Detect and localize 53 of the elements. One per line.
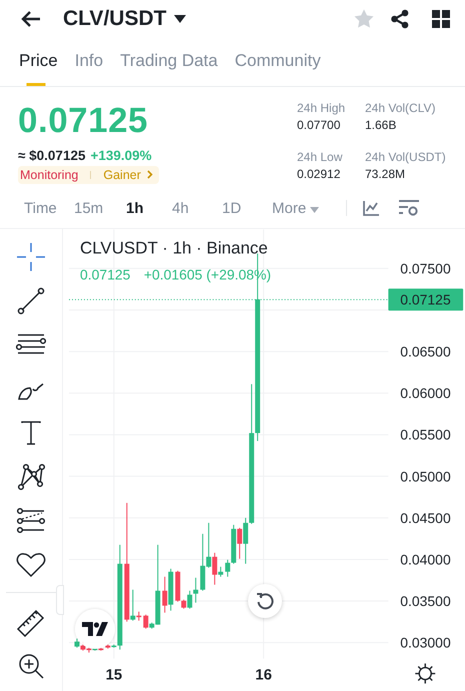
settings-icon[interactable] (414, 662, 436, 684)
chart-last-price: 0.07125 (80, 266, 130, 282)
price-change: +139.09% (90, 148, 152, 163)
chevron-icon (146, 170, 153, 180)
price-axis-label: 0.04500 (400, 510, 451, 526)
price-axis-label: 0.04000 (400, 551, 451, 568)
current-price-label: 0.07125 (400, 292, 451, 308)
grid-icon[interactable] (432, 10, 450, 28)
time-axis-label: 15 (105, 666, 122, 684)
price-axis-label: 0.03000 (400, 634, 451, 651)
stat-label: 24h Low (297, 148, 344, 165)
price-axis-label: 0.06500 (400, 344, 451, 360)
price-axis-label: 0.03500 (400, 593, 451, 610)
pair-title[interactable]: CLV/USDT (63, 6, 166, 31)
stat-value: 0.02912 (297, 166, 342, 183)
fib-levels-icon[interactable] (14, 506, 47, 536)
tab[interactable]: Community (234, 50, 321, 86)
heart-icon[interactable] (14, 550, 47, 580)
stat-value: 0.07700 (297, 116, 342, 134)
ruler-icon[interactable] (14, 607, 47, 637)
reset-button[interactable] (248, 584, 282, 618)
price-axis-label: 0.05000 (400, 468, 451, 484)
logo-badge[interactable] (75, 609, 115, 649)
tab[interactable]: Trading Data (120, 50, 218, 86)
reset-icon[interactable] (256, 592, 274, 610)
tag-strip[interactable]: Monitoring Gainer (18, 166, 159, 184)
stat-value: 1.66B (365, 116, 398, 134)
stat-label: 24h High (297, 100, 346, 116)
price-axis-label: 0.06000 (400, 385, 451, 402)
interval-tab[interactable]: 4h (172, 200, 222, 217)
share-icon[interactable] (390, 8, 410, 29)
price-axis-label: 0.05500 (400, 426, 451, 443)
fiat-price: ≈ $0.07125 (18, 148, 86, 163)
stat-value: 73.28M (365, 166, 406, 183)
interval-tab[interactable]: 1h (126, 200, 172, 217)
tab[interactable]: Info (74, 50, 104, 86)
last-price: 0.07125 (18, 100, 150, 141)
interval-tab[interactable]: 15m (74, 200, 126, 217)
tab[interactable]: Price (19, 50, 58, 86)
interval-tab[interactable]: More (272, 200, 334, 217)
interval-tab[interactable]: 1D (222, 200, 272, 217)
chart-title: CLVUSDT · 1h · Binance (80, 238, 268, 258)
star-icon[interactable] (353, 8, 375, 30)
caret-icon[interactable] (174, 14, 186, 23)
crosshair-icon[interactable] (14, 242, 47, 272)
stat-label: 24h Vol(USDT) (365, 148, 447, 165)
back-arrow-icon[interactable] (21, 10, 41, 27)
price-axis-label: 0.07500 (400, 260, 451, 276)
collapse-handle[interactable] (56, 585, 64, 615)
stat-label: 24h Vol(CLV) (365, 100, 436, 116)
interval-tab[interactable]: Time (16, 200, 74, 217)
time-axis-label: 16 (255, 666, 272, 684)
line-chart-icon[interactable] (363, 200, 379, 216)
